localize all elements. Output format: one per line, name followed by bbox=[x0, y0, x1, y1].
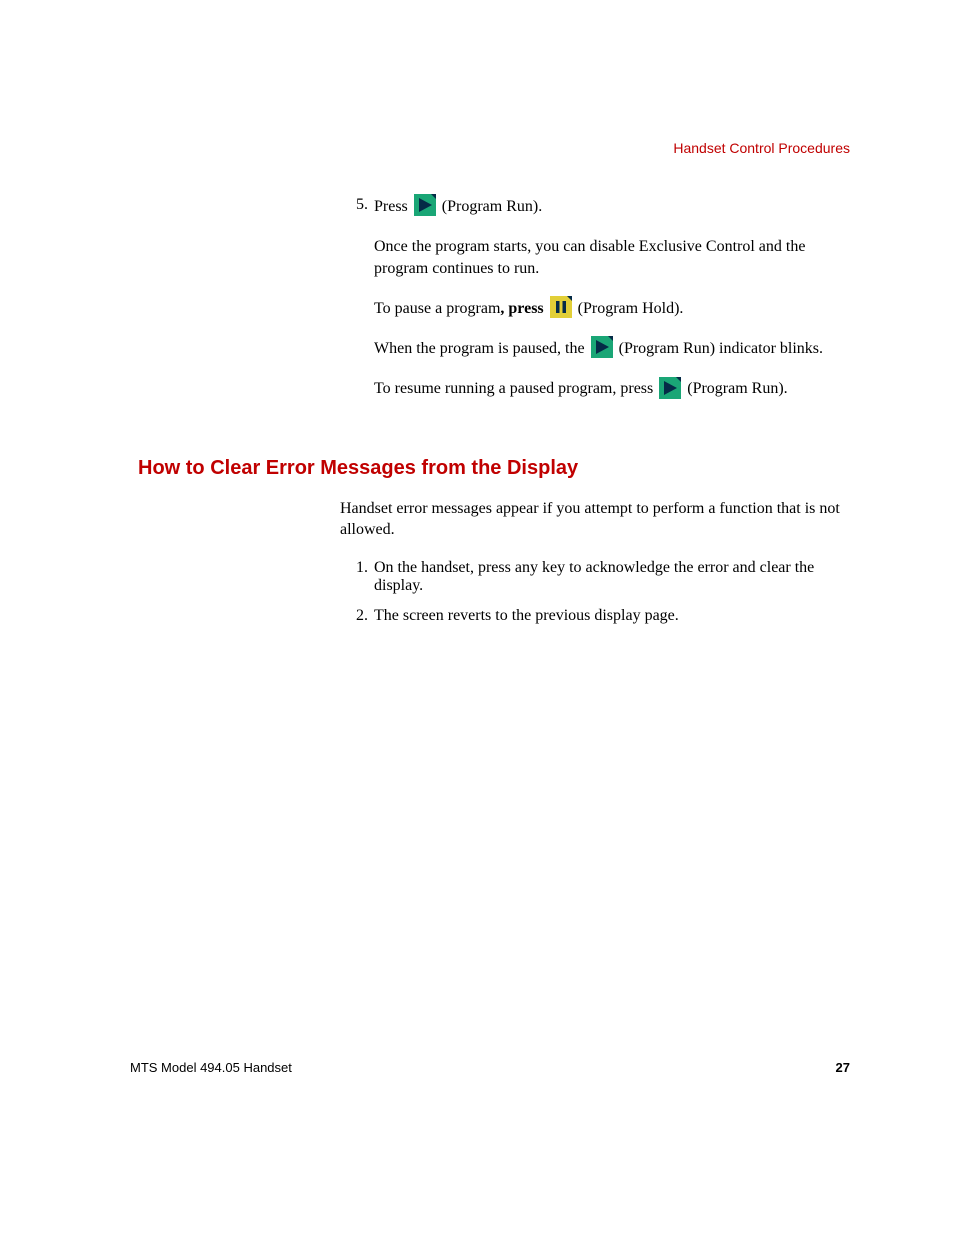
page-number: 27 bbox=[836, 1060, 850, 1075]
text: When the program is paused, the bbox=[374, 340, 589, 357]
section-heading: How to Clear Error Messages from the Dis… bbox=[138, 457, 850, 480]
step-5: 5. Press (Program Run). Once the program… bbox=[340, 196, 840, 419]
step-2: 2. The screen reverts to the previous di… bbox=[340, 607, 840, 625]
step-list-continued: 5. Press (Program Run). Once the program… bbox=[340, 196, 840, 419]
text: (Program Run). bbox=[683, 380, 787, 397]
step-1: 1. On the handset, press any key to ackn… bbox=[340, 559, 840, 595]
text-bold: , press bbox=[500, 300, 547, 317]
step-body: On the handset, press any key to acknowl… bbox=[374, 559, 840, 595]
step-number: 1. bbox=[340, 559, 368, 595]
page-content: Handset Control Procedures 5. Press (Pro… bbox=[130, 140, 850, 637]
step-number: 5. bbox=[340, 196, 368, 419]
running-header: Handset Control Procedures bbox=[130, 140, 850, 156]
step-number: 2. bbox=[340, 607, 368, 625]
step-body: Press (Program Run). Once the program st… bbox=[374, 196, 840, 419]
pause-icon bbox=[550, 296, 572, 318]
page-footer: MTS Model 494.05 Handset 27 bbox=[130, 1060, 850, 1075]
text: (Program Run). bbox=[438, 198, 542, 215]
footer-left: MTS Model 494.05 Handset bbox=[130, 1060, 292, 1075]
section-intro: Handset error messages appear if you att… bbox=[340, 498, 840, 541]
step-body: The screen reverts to the previous displ… bbox=[374, 607, 840, 625]
play-icon bbox=[414, 194, 436, 216]
text: Press bbox=[374, 198, 408, 215]
text: To resume running a paused program, pres… bbox=[374, 380, 657, 397]
play-icon bbox=[591, 336, 613, 358]
text: (Program Run) indicator blinks. bbox=[615, 340, 823, 357]
step-list-clear-errors: 1. On the handset, press any key to ackn… bbox=[340, 559, 840, 625]
paragraph: Once the program starts, you can disable… bbox=[374, 236, 840, 279]
text: To pause a program bbox=[374, 300, 500, 317]
text: (Program Hold). bbox=[574, 300, 684, 317]
play-icon bbox=[659, 377, 681, 399]
